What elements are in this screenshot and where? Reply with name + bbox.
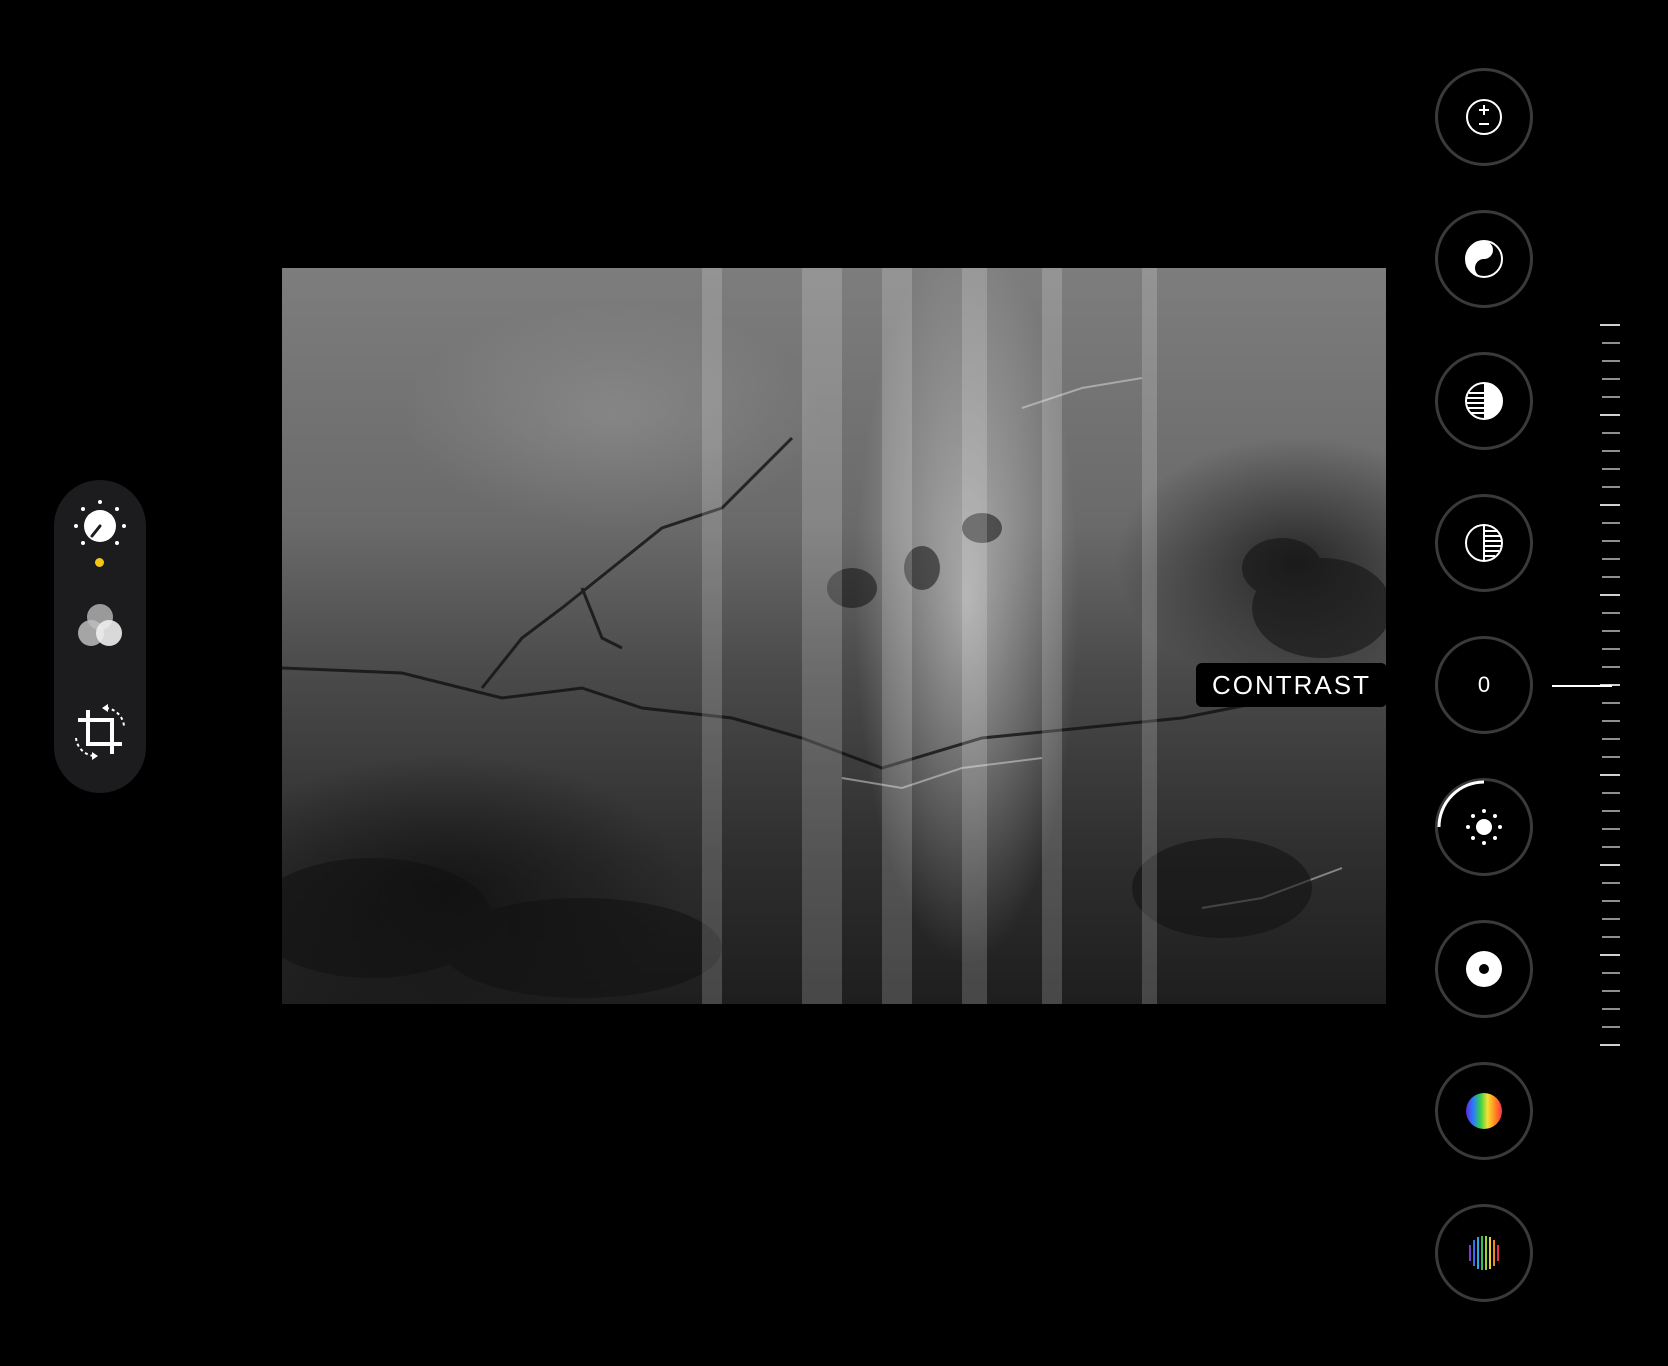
left-toolbar bbox=[54, 480, 146, 793]
ruler-tick bbox=[1602, 990, 1620, 992]
ruler-tick bbox=[1602, 972, 1620, 974]
filters-circles-icon bbox=[78, 604, 122, 646]
ruler-tick bbox=[1600, 774, 1620, 776]
yin-yang-icon bbox=[1465, 240, 1503, 278]
saturation-button[interactable] bbox=[1435, 1062, 1533, 1160]
ruler-tick bbox=[1602, 486, 1620, 488]
ruler-tick bbox=[1602, 432, 1620, 434]
ruler-tick bbox=[1602, 882, 1620, 884]
ruler-tick bbox=[1602, 792, 1620, 794]
photo-icon bbox=[282, 268, 1386, 1004]
adjustment-label: CONTRAST bbox=[1196, 663, 1387, 707]
ruler-tick bbox=[1602, 918, 1620, 920]
ruler-tick bbox=[1602, 558, 1620, 560]
filters-button[interactable] bbox=[54, 600, 146, 654]
shadows-button[interactable] bbox=[1435, 494, 1533, 592]
ruler-tick bbox=[1602, 810, 1620, 812]
ruler-tick bbox=[1602, 1008, 1620, 1010]
ruler-tick bbox=[1602, 630, 1620, 632]
contrast-value: 0 bbox=[1477, 672, 1491, 697]
ruler-tick bbox=[1602, 450, 1620, 452]
ruler-tick bbox=[1600, 864, 1620, 866]
highlights-button[interactable] bbox=[1435, 352, 1533, 450]
ruler-tick bbox=[1602, 396, 1620, 398]
ruler-tick bbox=[1600, 504, 1620, 506]
ruler-tick bbox=[1602, 540, 1620, 542]
ruler-tick bbox=[1602, 936, 1620, 938]
adjust-dial-icon bbox=[74, 500, 126, 545]
ruler-tick bbox=[1602, 378, 1620, 380]
ruler-tick bbox=[1602, 702, 1620, 704]
ruler-tick bbox=[1602, 648, 1620, 650]
contrast-button[interactable]: 0 bbox=[1435, 636, 1533, 734]
ruler-tick bbox=[1602, 1026, 1620, 1028]
highlights-icon bbox=[1465, 382, 1503, 420]
shadows-icon bbox=[1465, 524, 1503, 562]
ruler-tick bbox=[1600, 414, 1620, 416]
brightness-button[interactable] bbox=[1435, 778, 1533, 876]
ruler-tick bbox=[1602, 666, 1620, 668]
ruler-tick bbox=[1602, 846, 1620, 848]
ruler-tick bbox=[1602, 342, 1620, 344]
ruler-tick bbox=[1600, 324, 1620, 326]
ruler-tick bbox=[1602, 756, 1620, 758]
black-point-button[interactable] bbox=[1435, 920, 1533, 1018]
ruler-tick bbox=[1602, 720, 1620, 722]
ruler-tick bbox=[1600, 954, 1620, 956]
ruler-tick bbox=[1600, 1044, 1620, 1046]
ruler-tick bbox=[1602, 828, 1620, 830]
ruler-tick bbox=[1602, 900, 1620, 902]
photo-canvas[interactable] bbox=[282, 268, 1386, 1004]
exposure-plus-minus-icon bbox=[1466, 99, 1502, 135]
ruler-tick bbox=[1602, 468, 1620, 470]
ruler-tick bbox=[1600, 594, 1620, 596]
ruler-tick bbox=[1602, 612, 1620, 614]
adjustment-ruler[interactable] bbox=[1540, 320, 1620, 1060]
ruler-tick bbox=[1602, 738, 1620, 740]
color-wheel-icon bbox=[1466, 1093, 1502, 1129]
active-indicator bbox=[95, 558, 104, 567]
vibrance-icon bbox=[1469, 1236, 1499, 1270]
brightness-progress-ring bbox=[1437, 780, 1485, 828]
crop-button[interactable] bbox=[54, 702, 146, 762]
adjust-button[interactable] bbox=[54, 496, 146, 556]
ruler-tick bbox=[1602, 360, 1620, 362]
vibrance-button[interactable] bbox=[1435, 1204, 1533, 1302]
black-point-icon bbox=[1466, 951, 1502, 987]
ruler-tick bbox=[1602, 522, 1620, 524]
crop-rotate-icon bbox=[75, 704, 125, 760]
ruler-pointer bbox=[1552, 685, 1612, 687]
exposure-button[interactable] bbox=[1435, 68, 1533, 166]
ruler-tick bbox=[1602, 576, 1620, 578]
brilliance-button[interactable] bbox=[1435, 210, 1533, 308]
